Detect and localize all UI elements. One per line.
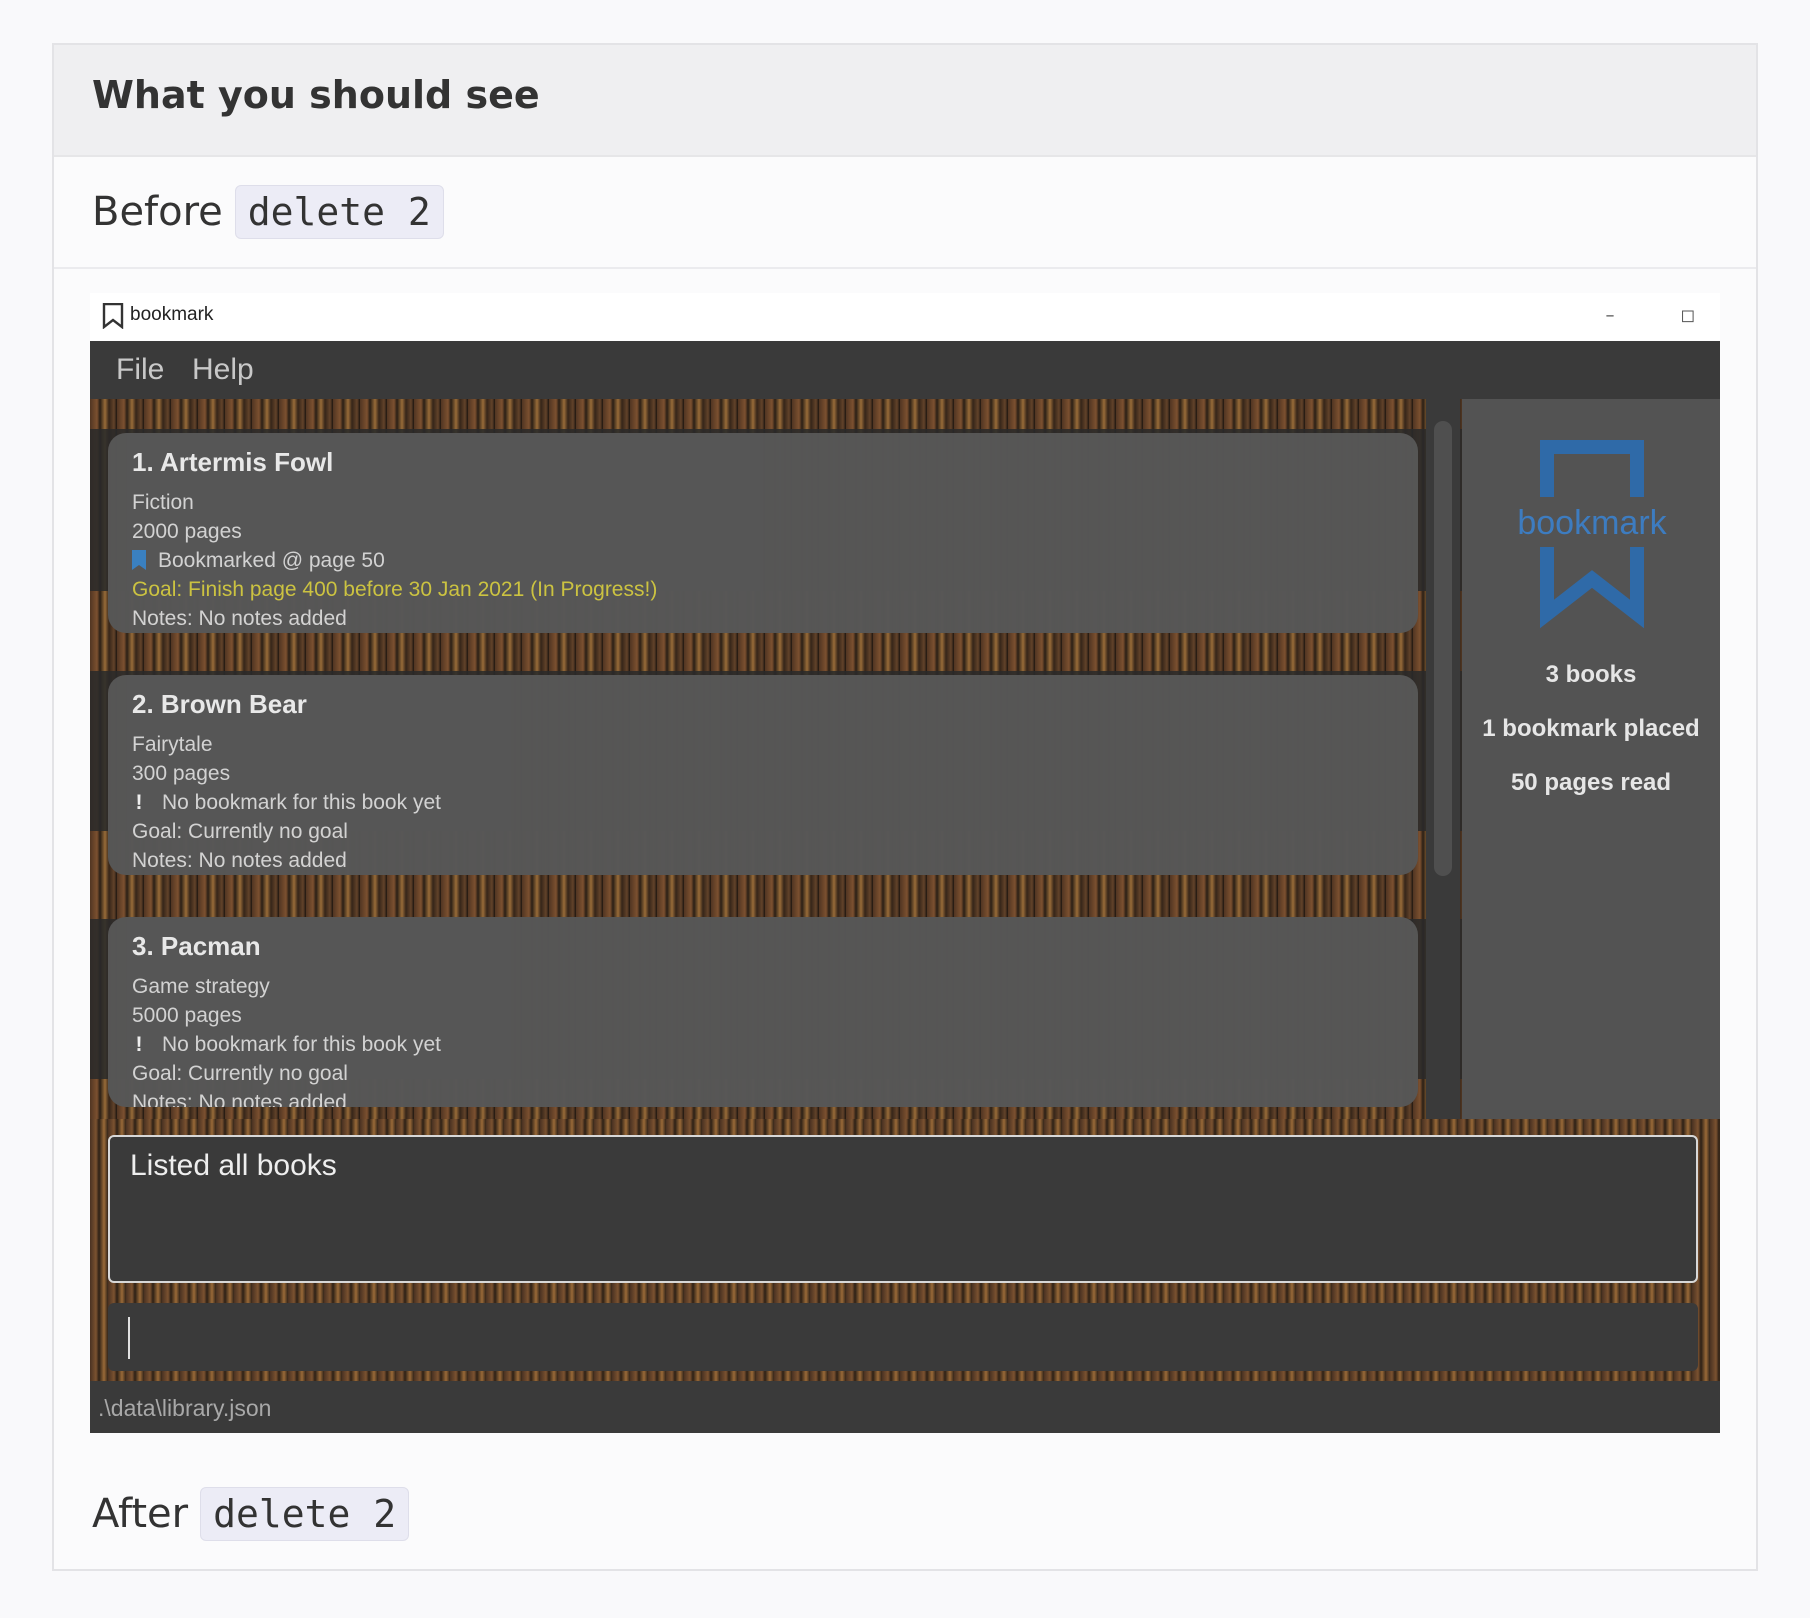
after-label: After delete 2 — [92, 1487, 410, 1541]
book-goal: Goal: Currently no goal — [132, 820, 348, 843]
exclamation-icon: ! — [135, 1033, 143, 1056]
menu-file[interactable]: File — [116, 353, 164, 387]
book-title: 3. Pacman — [132, 931, 261, 961]
stats-sidebar: bookmark 3 books 1 bookmark placed 50 pa… — [1462, 399, 1720, 1119]
book-bookmark: No bookmark for this book yet — [162, 1033, 441, 1056]
book-genre: Fiction — [132, 491, 194, 514]
scrollbar-thumb[interactable] — [1434, 421, 1452, 876]
book-pages: 2000 pages — [132, 520, 242, 543]
book-card[interactable]: 3. Pacman Game strategy 5000 pages ! No b… — [108, 917, 1418, 1107]
pages-read: 50 pages read — [1510, 769, 1672, 796]
book-goal: Goal: Currently no goal — [132, 1062, 348, 1085]
book-notes: Notes: No notes added — [132, 1091, 347, 1107]
before-text: Before — [92, 189, 223, 235]
before-command-code: delete 2 — [234, 185, 444, 239]
book-genre: Game strategy — [132, 975, 270, 998]
book-pages: 300 pages — [132, 762, 231, 785]
book-card[interactable]: 1. Artermis Fowl Fiction 2000 pages Book… — [108, 433, 1418, 633]
after-command-code: delete 2 — [200, 1487, 410, 1541]
book-bookmark-line: ! No bookmark for this book yet — [132, 791, 441, 815]
book-genre: Fairytale — [132, 733, 213, 756]
command-input[interactable] — [108, 1303, 1698, 1371]
app-window: bookmark – ◻ ✕ File Help 1. Artermis Fow… — [90, 293, 1720, 1433]
doc-heading: What you should see — [92, 73, 540, 117]
book-notes: Notes: No notes added — [132, 849, 347, 872]
minimize-icon[interactable]: – — [1590, 301, 1630, 331]
book-title: 1. Artermis Fowl — [132, 447, 334, 477]
bookmarks-placed: 1 bookmark placed — [1482, 715, 1700, 742]
result-text: Listed all books — [130, 1149, 337, 1182]
data-file-path: .\data\library.json — [98, 1395, 272, 1421]
bookmark-flag-icon — [132, 550, 146, 570]
logo-text: bookmark — [1517, 504, 1667, 542]
doc-panel-header: What you should see — [54, 45, 1756, 157]
bookmark-logo: bookmark — [1507, 440, 1677, 629]
result-display: Listed all books — [108, 1135, 1698, 1283]
exclamation-icon: ! — [135, 791, 143, 814]
before-row: Before delete 2 — [54, 157, 1756, 269]
book-bookmark: No bookmark for this book yet — [162, 791, 441, 814]
book-bookmark-line: ! No bookmark for this book yet — [132, 1033, 441, 1057]
window-title: bookmark — [130, 304, 214, 325]
maximize-icon[interactable]: ◻ — [1668, 301, 1708, 331]
book-goal: Goal: Finish page 400 before 30 Jan 2021… — [132, 578, 658, 601]
bookmark-app-icon — [102, 303, 124, 329]
title-bar: bookmark – ◻ ✕ — [90, 293, 1720, 341]
menu-help[interactable]: Help — [192, 353, 254, 387]
book-card[interactable]: 2. Brown Bear Fairytale 300 pages ! No bo… — [108, 675, 1418, 875]
menu-bar: File Help — [90, 341, 1720, 399]
before-label: Before delete 2 — [92, 185, 444, 239]
book-bookmark: Bookmarked @ page 50 — [158, 549, 385, 572]
after-text: After — [92, 1491, 189, 1537]
status-bar: .\data\library.json — [90, 1381, 1720, 1433]
text-caret — [128, 1317, 130, 1359]
book-title: 2. Brown Bear — [132, 689, 307, 719]
book-list-scrollbar[interactable] — [1426, 399, 1460, 1119]
after-row: After delete 2 — [54, 1459, 1756, 1569]
books-count: 3 books — [1545, 661, 1637, 688]
book-bookmark-line: Bookmarked @ page 50 — [132, 549, 385, 573]
book-pages: 5000 pages — [132, 1004, 242, 1027]
book-notes: Notes: No notes added — [132, 607, 347, 630]
